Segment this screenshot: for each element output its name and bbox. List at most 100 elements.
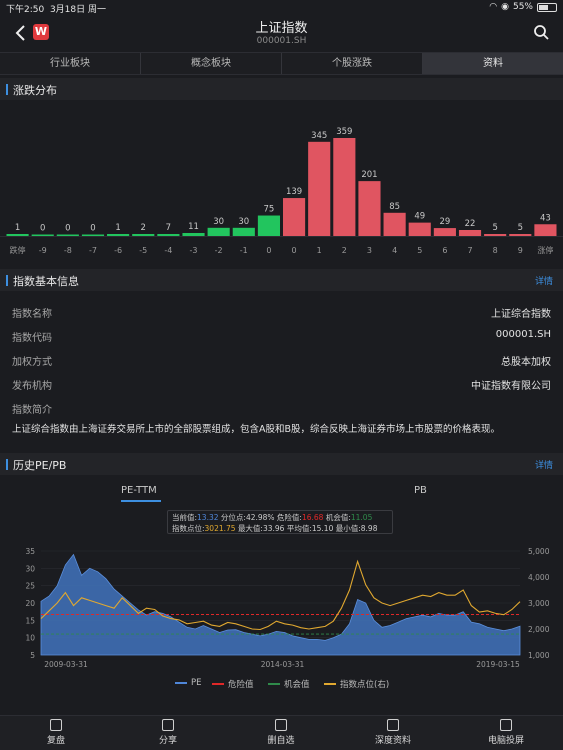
legend-swatch <box>175 682 187 684</box>
bottom-label: 电脑投屏 <box>487 736 524 746</box>
legend-label: 机会值 <box>284 680 310 690</box>
history-detail-link[interactable]: 详情 <box>535 458 553 471</box>
info-row-name: 指数名称 上证综合指数 <box>0 300 563 324</box>
bar <box>157 234 180 236</box>
y-right-tick: 2,000 <box>528 625 550 634</box>
bar-value-label: 5 <box>518 223 523 233</box>
tab-stock-change[interactable]: 个股涨跌 <box>282 53 423 74</box>
bar-value-label: 0 <box>40 224 45 234</box>
screen-cast-button[interactable]: 电脑投屏 <box>471 719 541 746</box>
x-tick-label: -2 <box>215 246 223 255</box>
info-row-intro: 指数简介 <box>0 396 563 420</box>
danger-label: 危险值: <box>276 513 302 522</box>
bar <box>458 229 482 236</box>
bottom-label: 删自选 <box>267 736 295 746</box>
bottom-label: 复盘 <box>46 736 65 746</box>
battery-icon <box>537 2 557 12</box>
info-detail-link[interactable]: 详情 <box>535 274 553 287</box>
max-value: 33.96 <box>262 524 285 533</box>
section-marker <box>6 459 8 470</box>
bar-value-label: 29 <box>439 217 450 227</box>
chance-value: 11.05 <box>350 513 373 522</box>
info-row-code: 指数代码 000001.SH <box>0 324 563 348</box>
x-tick-label: 跌停 <box>10 245 26 255</box>
x-tick-label: 5 <box>417 246 422 255</box>
y-left-tick: 15 <box>25 616 35 625</box>
y-right-tick: 5,000 <box>528 547 550 556</box>
remove-watchlist-button[interactable]: 删自选 <box>246 719 316 746</box>
legend-index: 指数点位(右) <box>324 678 389 690</box>
page-title: 上证指数 <box>255 21 308 36</box>
pe-legend: PE 危险值 机会值 指数点位(右) <box>0 678 563 692</box>
pe-stats-box: 当前值:13.32 分位点:42.98% 危险值:16.68 机会值:11.05… <box>167 510 393 534</box>
nav-bar: W 上证指数 000001.SH <box>0 14 563 52</box>
idx-label: 指数点位: <box>172 524 205 533</box>
x-tick-label: 2 <box>342 246 347 255</box>
max-label: 最大值: <box>237 524 263 533</box>
distribution-chart: 1跌停0-90-80-71-62-57-411-330-230-17501390… <box>0 127 563 255</box>
battery-percent: 55% <box>512 2 533 12</box>
bar <box>308 141 331 236</box>
x-tick-label: 4 <box>392 246 397 255</box>
x-tick-label: -4 <box>164 246 172 255</box>
lock-rotation-icon: ◉ <box>501 2 509 12</box>
info-title: 指数基本信息 <box>13 275 79 288</box>
bar-value-label: 139 <box>286 187 302 197</box>
x-tick-label: 1 <box>317 246 322 255</box>
tab-pe-ttm[interactable]: PE-TTM <box>121 485 157 496</box>
tab-concept[interactable]: 概念板块 <box>141 53 282 74</box>
bar <box>358 181 381 236</box>
bar-value-label: 7 <box>166 223 171 233</box>
bar <box>232 227 255 236</box>
y-left-tick: 25 <box>25 582 35 591</box>
info-key: 加权方式 <box>12 357 52 368</box>
x-tick-label: -1 <box>240 246 248 255</box>
bar <box>283 198 306 236</box>
bottom-label: 深度资料 <box>374 736 411 746</box>
bar <box>182 232 205 236</box>
distribution-title: 涨跌分布 <box>13 84 57 97</box>
pct-value: 42.98% <box>245 513 275 522</box>
bottom-label: 分享 <box>158 736 177 746</box>
pe-history-chart: 35 30 25 20 15 10 5 5,000 4,000 3,000 2,000 1,000 20… <box>25 547 550 669</box>
info-row-publisher: 发布机构 中证指数有限公司 <box>0 372 563 396</box>
share-icon <box>162 719 174 731</box>
x-tick-label: 3 <box>367 246 372 255</box>
bar <box>132 234 155 236</box>
x-tick-label: 9 <box>518 246 523 255</box>
bottom-toolbar: 复盘 分享 删自选 深度资料 电脑投屏 <box>0 715 563 750</box>
y-left-tick: 5 <box>30 651 35 660</box>
history-title: 历史PE/PB <box>13 459 67 472</box>
replay-button[interactable]: 复盘 <box>21 719 91 746</box>
x-tick-label: 2009-03-31 <box>44 660 88 669</box>
x-tick-label: 6 <box>442 246 447 255</box>
tab-profile[interactable]: 资料 <box>423 53 563 74</box>
info-value: 中证指数有限公司 <box>471 381 551 392</box>
y-left-tick: 30 <box>25 564 35 573</box>
x-tick-label: -8 <box>64 246 72 255</box>
tab-industry[interactable]: 行业板块 <box>0 53 141 74</box>
bar <box>31 234 54 236</box>
tab-pb[interactable]: PB <box>414 485 427 496</box>
status-bar: 下午2:50 3月18日 周一 ◠ ◉ 55% <box>0 0 563 15</box>
bar <box>534 224 557 236</box>
search-icon <box>534 25 549 40</box>
bar-chart-icon <box>50 719 62 731</box>
bar-value-label: 0 <box>65 224 70 234</box>
legend-chance: 机会值 <box>268 678 310 690</box>
min-value: 8.98 <box>360 524 378 533</box>
info-value: 000001.SH <box>495 329 551 340</box>
bar-value-label: 75 <box>264 205 275 215</box>
legend-label: 危险值 <box>228 680 254 690</box>
deep-data-button[interactable]: 深度资料 <box>358 719 428 746</box>
legend-pe: PE <box>175 678 202 688</box>
bar <box>383 212 406 236</box>
pe-area <box>40 553 521 656</box>
bar <box>257 215 280 236</box>
share-button[interactable]: 分享 <box>133 719 203 746</box>
bar-value-label: 345 <box>311 131 327 141</box>
x-tick-label: 涨停 <box>537 245 553 255</box>
search-button[interactable] <box>533 24 549 44</box>
bar-value-label: 11 <box>188 222 199 232</box>
legend-label: PE <box>191 678 202 688</box>
